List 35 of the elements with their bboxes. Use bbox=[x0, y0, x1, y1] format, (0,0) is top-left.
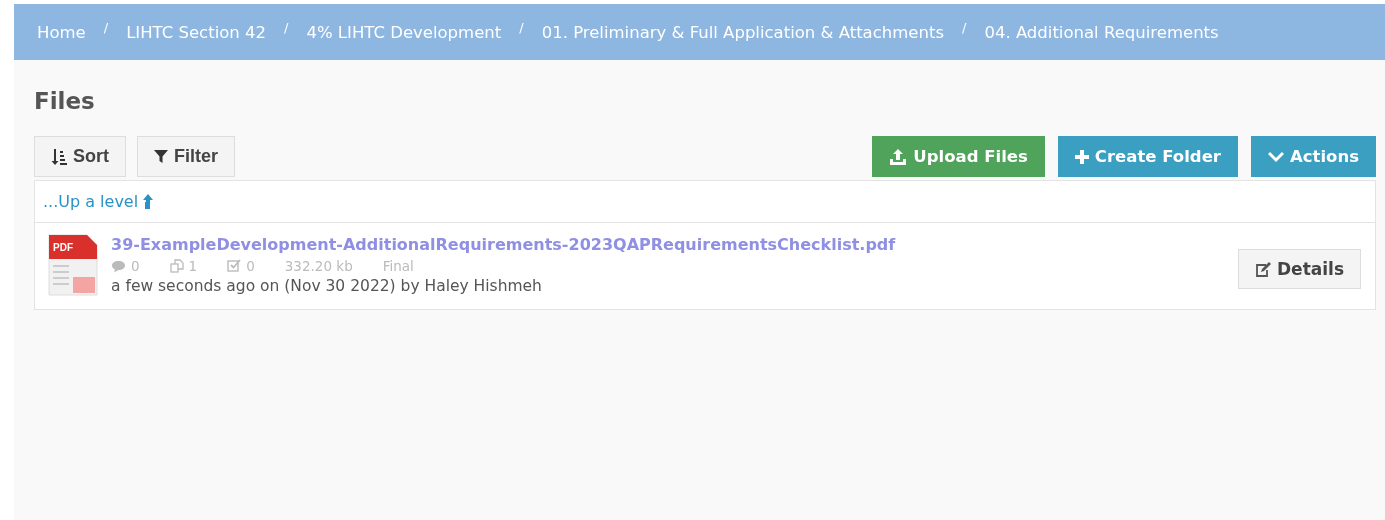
breadcrumb-separator: / bbox=[284, 19, 289, 35]
toolbar-button[interactable]: Sort bbox=[34, 136, 126, 177]
task-count: 0 bbox=[246, 258, 255, 274]
file-status: Final bbox=[382, 258, 414, 274]
page-title: Files bbox=[34, 88, 96, 114]
sort-icon bbox=[51, 147, 67, 166]
file-name-link[interactable]: 39-ExampleDevelopment-AdditionalRequirements-2023QAPRequirementsChecklist.pdf bbox=[111, 235, 896, 254]
upload-icon bbox=[889, 148, 908, 165]
edit-icon bbox=[1255, 261, 1271, 277]
checkbox-icon bbox=[227, 259, 242, 273]
toolbar-button[interactable]: Upload Files bbox=[872, 136, 1045, 177]
breadcrumb-link[interactable]: 4% LIHTC Development bbox=[306, 22, 502, 42]
toolbar-button[interactable]: Actions bbox=[1251, 136, 1376, 177]
plus-icon bbox=[1074, 149, 1089, 164]
chevron-down-icon bbox=[1268, 150, 1284, 163]
file-size: 332.20 kb bbox=[284, 258, 353, 274]
breadcrumb-separator: / bbox=[103, 19, 109, 35]
breadcrumb-link[interactable]: Home bbox=[37, 22, 86, 42]
breadcrumb-separator: / bbox=[962, 19, 967, 35]
breadcrumb-link[interactable]: LIHTC Section 42 bbox=[126, 22, 266, 42]
breadcrumb-link[interactable]: 04. Additional Requirements bbox=[984, 22, 1219, 42]
file-info: a few seconds ago on (Nov 30 2022) by Haley Hishmeh bbox=[111, 277, 543, 295]
arrow-up-icon bbox=[143, 194, 154, 209]
details-button[interactable]: Details bbox=[1238, 249, 1361, 289]
breadcrumb-separator: / bbox=[519, 19, 524, 35]
toolbar-button[interactable]: Filter bbox=[137, 136, 235, 177]
pdf-file-icon: PDF bbox=[47, 233, 99, 297]
up-a-level-link[interactable]: ...Up a level bbox=[43, 192, 154, 211]
filter-icon bbox=[154, 149, 168, 164]
copy-icon bbox=[169, 259, 184, 273]
comment-icon bbox=[111, 259, 126, 273]
toolbar-button[interactable]: Create Folder bbox=[1057, 136, 1238, 177]
breadcrumb-link[interactable]: 01. Preliminary & Full Application & Attachments bbox=[541, 22, 944, 42]
version-count: 1 bbox=[188, 258, 198, 274]
comment-count: 0 bbox=[131, 258, 140, 274]
